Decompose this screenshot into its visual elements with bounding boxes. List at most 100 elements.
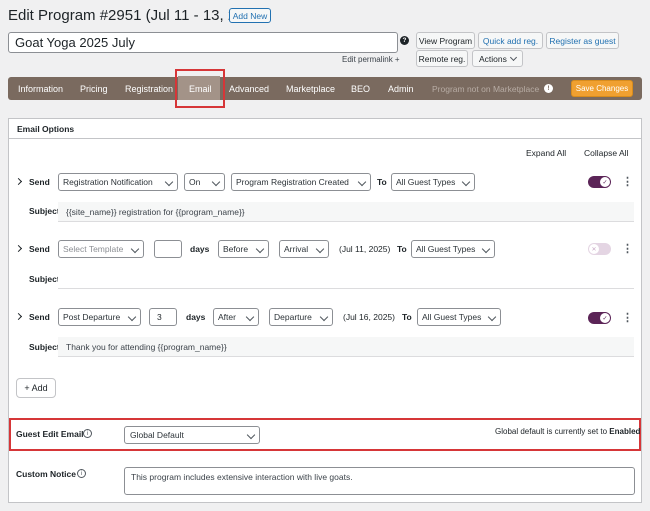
info-icon[interactable]: i — [83, 429, 92, 438]
timing-value: Before — [223, 244, 249, 254]
chevron-down-icon — [315, 244, 325, 254]
chevron-down-icon — [461, 177, 471, 187]
template-select[interactable]: Registration Notification — [58, 173, 178, 191]
days-value: 3 — [157, 312, 162, 322]
days-label: days — [186, 312, 206, 322]
remote-reg-button[interactable]: Remote reg. — [416, 50, 468, 67]
chevron-down-icon — [487, 312, 497, 322]
event-date: (Jul 11, 2025) — [339, 244, 391, 254]
chevron-down-icon — [255, 244, 265, 254]
custom-notice-label: Custom Notice — [16, 469, 76, 479]
chevron-down-icon — [509, 53, 518, 62]
custom-notice-textarea[interactable]: This program includes extensive interact… — [124, 467, 635, 495]
email-enabled-toggle[interactable]: ✕ — [588, 243, 611, 255]
guest-types-select[interactable]: All Guest Types — [417, 308, 501, 326]
subject-input[interactable] — [58, 269, 634, 289]
tab-registration[interactable]: Registration — [125, 78, 173, 99]
event-value: Arrival — [284, 244, 309, 254]
guest-types-select[interactable]: All Guest Types — [411, 240, 495, 258]
chevron-down-icon — [164, 177, 174, 187]
more-options-icon[interactable]: ⋮ — [622, 175, 633, 188]
panel-header-divider — [9, 138, 641, 139]
subject-input[interactable]: Thank you for attending {{program_name}} — [58, 337, 634, 357]
subject-label: Subject — [29, 342, 60, 352]
chevron-down-icon — [357, 177, 367, 187]
timing-select[interactable]: Before — [218, 240, 269, 258]
chevron-down-icon — [245, 312, 255, 322]
send-label: Send — [29, 244, 50, 254]
tab-admin[interactable]: Admin — [388, 78, 414, 99]
trigger-select[interactable]: Program Registration Created — [231, 173, 371, 191]
more-options-icon[interactable]: ⋮ — [622, 242, 633, 255]
tab-beo[interactable]: BEO — [351, 78, 370, 99]
add-new-button[interactable]: Add New — [229, 8, 271, 23]
template-select[interactable]: Post Departure — [58, 308, 141, 326]
email-enabled-toggle[interactable]: ✓ — [588, 176, 611, 188]
email-enabled-toggle[interactable]: ✓ — [588, 312, 611, 324]
chevron-down-icon — [246, 430, 256, 440]
state-select[interactable]: On — [184, 173, 225, 191]
email-tab-highlight — [175, 69, 225, 108]
guest-types-value: All Guest Types — [416, 244, 476, 254]
program-title-value: Goat Yoga 2025 July — [15, 35, 135, 50]
info-icon[interactable]: ! — [544, 84, 553, 93]
chevron-down-icon — [319, 312, 329, 322]
send-label: Send — [29, 177, 50, 187]
help-icon[interactable]: ? — [400, 36, 409, 45]
program-title-input[interactable]: Goat Yoga 2025 July — [8, 32, 398, 53]
collapse-all-button[interactable]: Collapse All — [584, 148, 628, 158]
register-as-guest-button[interactable]: Register as guest — [546, 32, 619, 49]
subject-input[interactable]: {{site_name}} registration for {{program… — [58, 202, 634, 222]
tab-information[interactable]: Information — [18, 78, 63, 99]
tab-advanced[interactable]: Advanced — [229, 78, 269, 99]
info-icon[interactable]: i — [77, 469, 86, 478]
subject-label: Subject — [29, 274, 60, 284]
state-value: On — [189, 177, 201, 187]
event-select[interactable]: Arrival — [279, 240, 329, 258]
subject-label: Subject — [29, 206, 60, 216]
expand-all-button[interactable]: Expand All — [526, 148, 566, 158]
tab-marketplace[interactable]: Marketplace — [286, 78, 335, 99]
guest-edit-select[interactable]: Global Default — [124, 426, 260, 444]
guest-edit-label: Guest Edit Email — [16, 429, 84, 439]
edit-permalink-link[interactable]: Edit permalink + — [342, 55, 400, 64]
event-select[interactable]: Departure — [269, 308, 333, 326]
timing-value: After — [218, 312, 236, 322]
view-program-button[interactable]: View Program — [416, 32, 475, 49]
more-options-icon[interactable]: ⋮ — [622, 311, 633, 324]
chevron-down-icon — [211, 177, 221, 187]
check-icon: ✓ — [600, 313, 610, 323]
template-value: Select Template — [63, 244, 124, 254]
timing-select[interactable]: After — [213, 308, 259, 326]
save-changes-button[interactable]: Save Changes — [571, 80, 633, 97]
template-select[interactable]: Select Template — [58, 240, 144, 258]
guest-types-value: All Guest Types — [396, 177, 456, 187]
chevron-down-icon — [127, 312, 137, 322]
page-title: Edit Program #2951 (Jul 11 - 13, 2025) — [8, 7, 267, 24]
trigger-value: Program Registration Created — [236, 177, 349, 187]
days-input[interactable] — [154, 240, 182, 258]
close-icon: ✕ — [589, 244, 599, 254]
days-input[interactable]: 3 — [149, 308, 177, 326]
to-label: To — [402, 312, 412, 322]
actions-label: Actions — [479, 53, 507, 64]
actions-dropdown[interactable]: Actions — [472, 50, 523, 67]
custom-notice-value: This program includes extensive interact… — [131, 472, 353, 482]
chevron-down-icon — [481, 244, 491, 254]
send-label: Send — [29, 312, 50, 322]
add-email-button[interactable]: + Add — [16, 378, 56, 398]
to-label: To — [397, 244, 407, 254]
global-default-text: Global default is currently set to — [495, 427, 608, 436]
chevron-down-icon — [130, 244, 140, 254]
global-default-value: Enabled — [609, 427, 641, 436]
event-date: (Jul 16, 2025) — [343, 312, 395, 322]
global-default-note: Global default is currently set to Enabl… — [495, 427, 640, 436]
marketplace-status: Program not on Marketplace — [432, 83, 540, 94]
tab-pricing[interactable]: Pricing — [80, 78, 108, 99]
template-value: Registration Notification — [63, 177, 153, 187]
guest-types-select[interactable]: All Guest Types — [391, 173, 475, 191]
quick-add-reg-button[interactable]: Quick add reg. — [478, 32, 543, 49]
guest-types-value: All Guest Types — [422, 312, 482, 322]
subject-value: {{site_name}} registration for {{program… — [66, 206, 245, 217]
subject-value: Thank you for attending {{program_name}} — [66, 341, 227, 352]
